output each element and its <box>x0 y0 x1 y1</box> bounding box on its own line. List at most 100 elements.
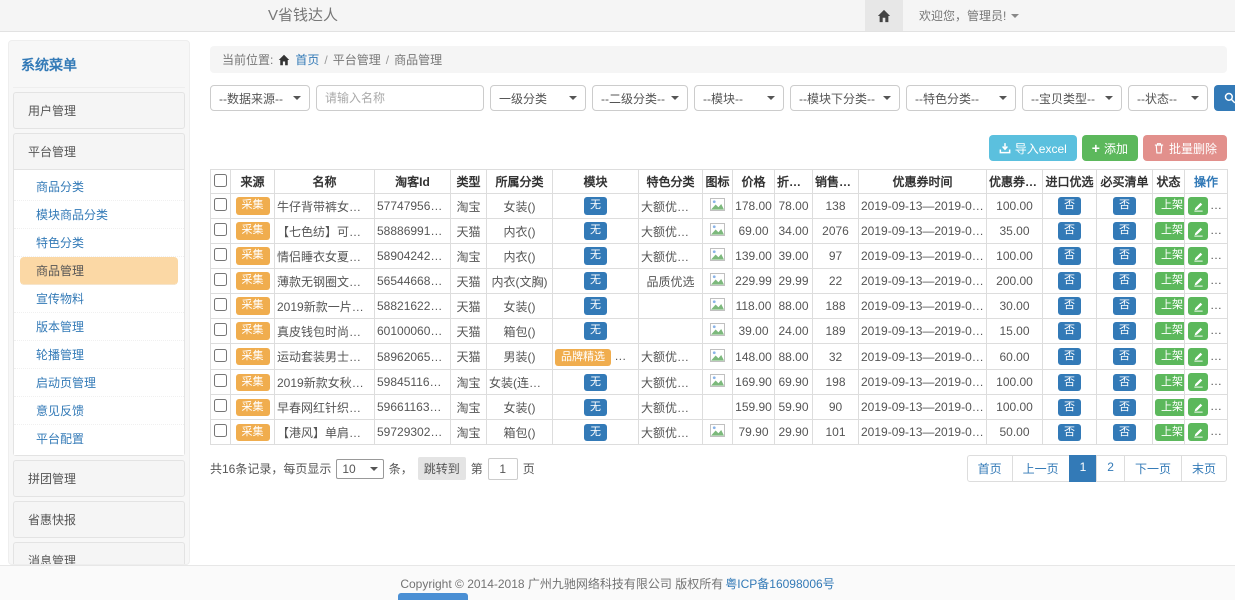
must-buy-toggle[interactable]: 否 <box>1113 197 1136 214</box>
import-excel-button[interactable]: 导入excel <box>989 135 1077 161</box>
import-select-toggle[interactable]: 否 <box>1058 197 1081 214</box>
sidebar-item[interactable]: 轮播管理 <box>14 341 184 369</box>
sidebar-group-header[interactable]: 拼团管理 <box>14 461 184 496</box>
row-checkbox[interactable] <box>214 349 227 362</box>
must-buy-toggle[interactable]: 否 <box>1113 424 1136 441</box>
status-badge[interactable]: 上架 <box>1155 222 1185 239</box>
sidebar-item[interactable]: 平台配置 <box>14 425 184 452</box>
status-badge[interactable]: 上架 <box>1155 348 1185 365</box>
import-select-toggle[interactable]: 否 <box>1058 272 1081 289</box>
jump-button[interactable]: 跳转到 <box>418 457 466 480</box>
module-badge[interactable]: 无 <box>584 272 607 289</box>
filter-select[interactable]: --二级分类-- <box>592 85 688 111</box>
import-select-toggle[interactable]: 否 <box>1058 348 1081 365</box>
edit-button[interactable] <box>1188 272 1208 290</box>
import-select-toggle[interactable]: 否 <box>1058 399 1081 416</box>
row-checkbox[interactable] <box>214 248 227 261</box>
row-checkbox[interactable] <box>214 298 227 311</box>
import-select-toggle[interactable]: 否 <box>1058 424 1081 441</box>
filter-select[interactable]: 一级分类 <box>490 85 586 111</box>
sidebar-item[interactable]: 版本管理 <box>14 313 184 341</box>
module-badge[interactable]: 无 <box>584 424 607 441</box>
icp-link[interactable]: 粤ICP备16098006号 <box>725 575 834 592</box>
module-badge[interactable]: 无 <box>584 399 607 416</box>
row-checkbox[interactable] <box>214 374 227 387</box>
edit-button[interactable] <box>1188 348 1208 366</box>
import-select-toggle[interactable]: 否 <box>1058 322 1081 339</box>
status-badge[interactable]: 上架 <box>1155 197 1185 214</box>
status-badge[interactable]: 上架 <box>1155 297 1185 314</box>
row-checkbox[interactable] <box>214 198 227 211</box>
user-menu[interactable]: 欢迎您，管理员! <box>919 7 1019 24</box>
sidebar-item[interactable]: 商品管理 <box>20 257 178 285</box>
module-badge[interactable]: 无 <box>584 197 607 214</box>
filter-select[interactable]: --宝贝类型-- <box>1022 85 1122 111</box>
module-badge[interactable]: 品牌精选 <box>555 349 611 366</box>
filter-select[interactable]: --数据来源-- <box>210 85 310 111</box>
must-buy-toggle[interactable]: 否 <box>1113 297 1136 314</box>
sidebar-group-header[interactable]: 省惠快报 <box>14 502 184 537</box>
module-badge[interactable]: 无 <box>584 374 607 391</box>
filter-select[interactable]: --状态-- <box>1128 85 1208 111</box>
breadcrumb-home-link[interactable]: 首页 <box>295 51 319 68</box>
row-checkbox[interactable] <box>214 399 227 412</box>
module-badge[interactable]: 无 <box>584 297 607 314</box>
import-select-toggle[interactable]: 否 <box>1058 222 1081 239</box>
sidebar-item[interactable]: 商品分类 <box>14 173 184 201</box>
status-badge[interactable]: 上架 <box>1155 374 1185 391</box>
must-buy-toggle[interactable]: 否 <box>1113 374 1136 391</box>
sidebar-item[interactable]: 启动页管理 <box>14 369 184 397</box>
status-badge[interactable]: 上架 <box>1155 399 1185 416</box>
filter-select[interactable]: --模块-- <box>694 85 784 111</box>
sidebar-item[interactable]: 模块商品分类 <box>14 201 184 229</box>
status-badge[interactable]: 上架 <box>1155 424 1185 441</box>
page-button[interactable]: 上一页 <box>1012 455 1070 482</box>
row-checkbox[interactable] <box>214 424 227 437</box>
filter-select[interactable]: --模块下分类-- <box>790 85 900 111</box>
must-buy-toggle[interactable]: 否 <box>1113 322 1136 339</box>
sidebar-item[interactable]: 特色分类 <box>14 229 184 257</box>
select-all-checkbox[interactable] <box>214 174 227 187</box>
add-button[interactable]: + 添加 <box>1082 135 1138 161</box>
filter-select[interactable]: --特色分类-- <box>906 85 1016 111</box>
must-buy-toggle[interactable]: 否 <box>1113 399 1136 416</box>
sidebar-group-header[interactable]: 用户管理 <box>14 93 184 128</box>
page-number-input[interactable] <box>488 458 518 480</box>
must-buy-toggle[interactable]: 否 <box>1113 247 1136 264</box>
edit-button[interactable] <box>1188 373 1208 391</box>
per-page-select[interactable]: 10 <box>336 459 383 479</box>
edit-button[interactable] <box>1188 197 1208 215</box>
module-badge[interactable]: 无 <box>584 247 607 264</box>
page-button[interactable]: 2 <box>1096 455 1125 482</box>
edit-button[interactable] <box>1188 398 1208 416</box>
sidebar-item[interactable]: 宣传物料 <box>14 285 184 313</box>
row-checkbox[interactable] <box>214 323 227 336</box>
page-button[interactable]: 末页 <box>1181 455 1227 482</box>
import-select-toggle[interactable]: 否 <box>1058 374 1081 391</box>
name-search-input[interactable] <box>316 85 484 111</box>
edit-button[interactable] <box>1188 247 1208 265</box>
edit-button[interactable] <box>1188 322 1208 340</box>
module-badge[interactable]: 无 <box>584 222 607 239</box>
import-select-toggle[interactable]: 否 <box>1058 297 1081 314</box>
status-badge[interactable]: 上架 <box>1155 247 1185 264</box>
status-badge[interactable]: 上架 <box>1155 272 1185 289</box>
must-buy-toggle[interactable]: 否 <box>1113 222 1136 239</box>
page-button[interactable]: 1 <box>1069 455 1098 482</box>
edit-button[interactable] <box>1188 423 1208 441</box>
sidebar-group-header[interactable]: 消息管理 <box>14 543 184 565</box>
page-button[interactable]: 首页 <box>967 455 1013 482</box>
row-checkbox[interactable] <box>214 223 227 236</box>
row-checkbox[interactable] <box>214 273 227 286</box>
edit-button[interactable] <box>1188 222 1208 240</box>
search-button[interactable]: 查询 <box>1214 85 1235 111</box>
status-badge[interactable]: 上架 <box>1155 322 1185 339</box>
page-button[interactable]: 下一页 <box>1124 455 1182 482</box>
import-select-toggle[interactable]: 否 <box>1058 247 1081 264</box>
batch-delete-button[interactable]: 批量删除 <box>1143 135 1227 161</box>
sidebar-item[interactable]: 意见反馈 <box>14 397 184 425</box>
home-button[interactable] <box>865 0 903 31</box>
module-badge[interactable]: 无 <box>584 322 607 339</box>
sidebar-group-header[interactable]: 平台管理 <box>14 134 184 169</box>
must-buy-toggle[interactable]: 否 <box>1113 348 1136 365</box>
